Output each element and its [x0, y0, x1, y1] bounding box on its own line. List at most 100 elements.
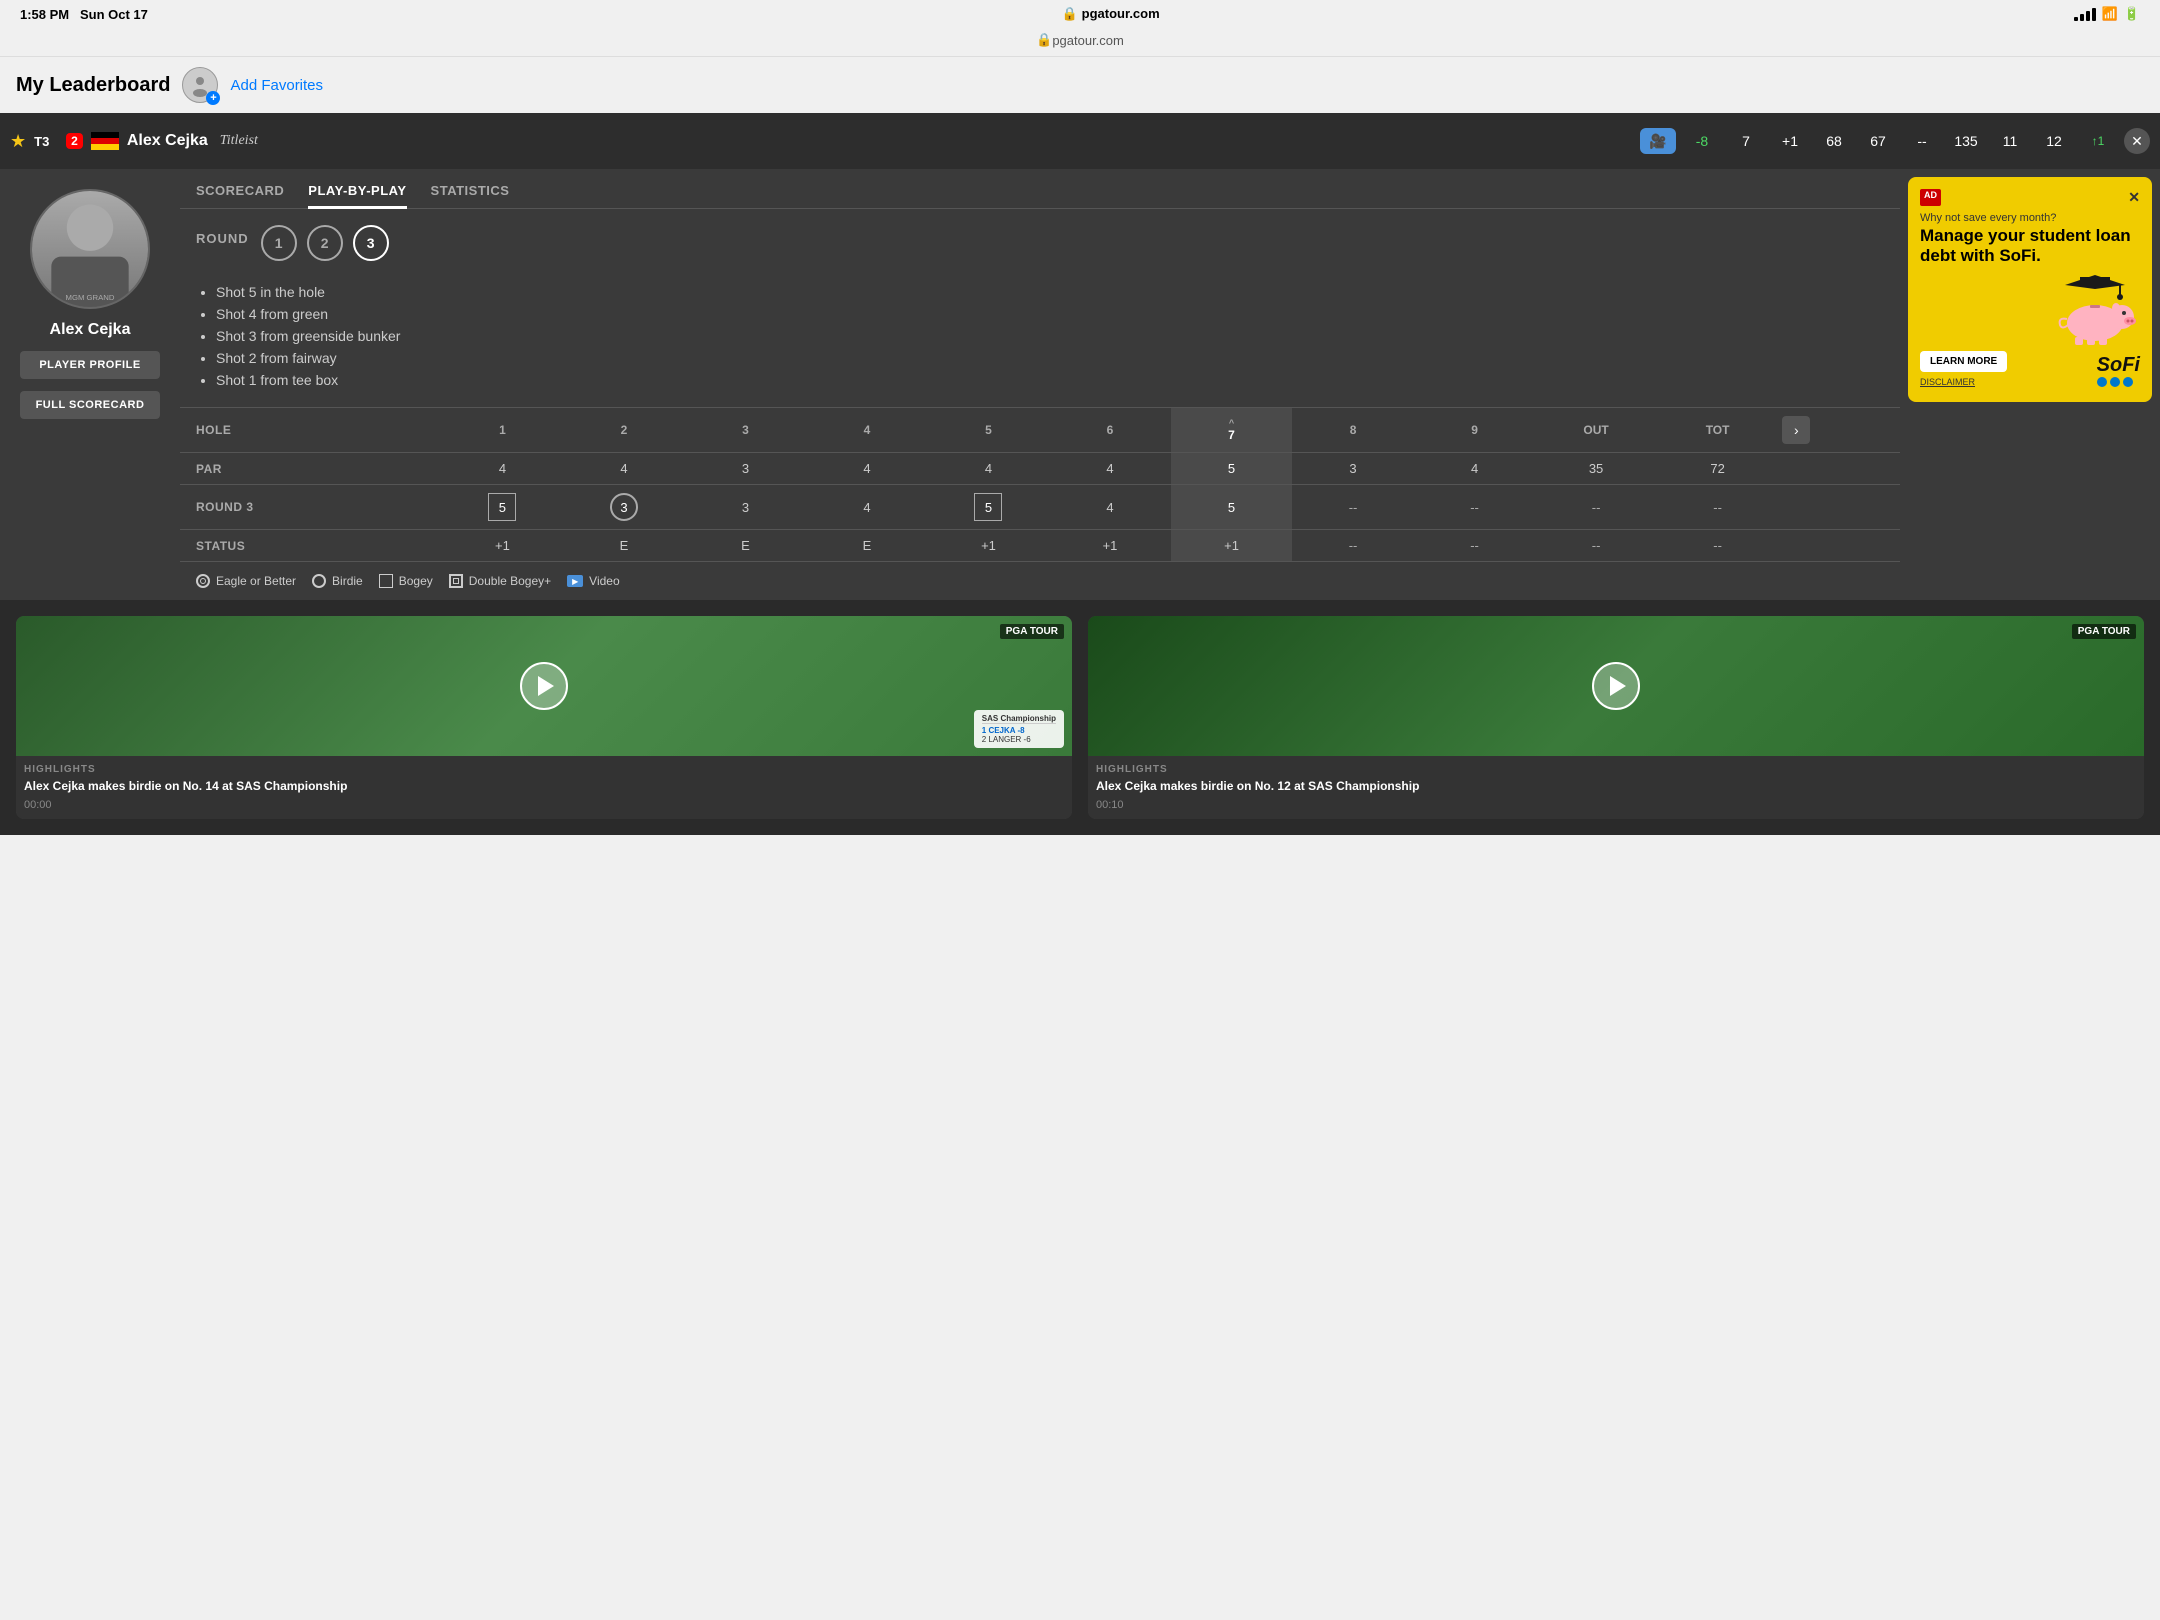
piggy-bank-icon: [2050, 275, 2140, 345]
player-photo: MGM GRAND: [30, 189, 150, 309]
ad-top-row: AD ✕: [1920, 189, 2140, 206]
par-2: 4: [563, 453, 685, 485]
status-bar: 1:58 PM Sun Oct 17 🔒 pgatour.com 📶 🔋: [0, 0, 2160, 28]
hole-1-header: 1: [442, 408, 564, 453]
arrow-header[interactable]: ›: [1778, 408, 1900, 453]
par-5: 4: [928, 453, 1050, 485]
star-icon[interactable]: ★: [10, 131, 26, 152]
sofi-dot-3: [2123, 377, 2133, 387]
par-6: 4: [1049, 453, 1171, 485]
ad-headline: Manage your student loan debt with SoFi.: [1920, 226, 2140, 267]
video-thumb-1: PGA TOUR SAS Championship 1 CEJKA -8 2 L…: [16, 616, 1072, 756]
today-stat: 7: [1728, 133, 1764, 149]
legend-eagle: Eagle or Better: [196, 574, 296, 588]
ad-why-save: Why not save every month?: [1920, 212, 2140, 224]
player-name-left: Alex Cejka: [50, 321, 131, 339]
par-3: 3: [685, 453, 807, 485]
double-bogey-icon: [449, 574, 463, 588]
ad-badge: AD: [1920, 189, 1941, 206]
close-button[interactable]: ✕: [2124, 128, 2150, 154]
bogey-score: 5: [488, 493, 516, 521]
ad-learn-more-button[interactable]: LEARN MORE: [1920, 351, 2007, 372]
video-icon-button[interactable]: 🎥: [1640, 128, 1676, 154]
r3-empty: [1778, 485, 1900, 530]
play-by-play-list: Shot 5 in the hole Shot 4 from green Sho…: [180, 277, 1900, 407]
round3-label: ROUND 3: [180, 485, 442, 530]
play-triangle-icon-1: [538, 676, 554, 696]
lock-icon: 🔒: [1036, 32, 1052, 48]
list-item: Shot 5 in the hole: [216, 281, 1884, 303]
video-thumb-2: PGA TOUR: [1088, 616, 2144, 756]
play-triangle-icon-2: [1610, 676, 1626, 696]
par-1: 4: [442, 453, 564, 485]
status-9: --: [1414, 530, 1536, 562]
hole-2-header: 2: [563, 408, 685, 453]
tab-play-by-play[interactable]: PLAY-BY-PLAY: [308, 169, 406, 208]
round-2-button[interactable]: 2: [307, 225, 343, 261]
legend: Eagle or Better Birdie Bogey Double Boge…: [180, 561, 1900, 600]
svg-text:MGM GRAND: MGM GRAND: [66, 293, 115, 302]
round-1-button[interactable]: 1: [261, 225, 297, 261]
tabs-bar: SCORECARD PLAY-BY-PLAY STATISTICS: [180, 169, 1900, 209]
status-5: +1: [928, 530, 1050, 562]
tab-scorecard[interactable]: SCORECARD: [196, 169, 284, 208]
r3-out: --: [1535, 485, 1657, 530]
ad-bottom-row: LEARN MORE DISCLAIMER SoFi: [1920, 351, 2140, 390]
video-card-2[interactable]: PGA TOUR HIGHLIGHTS Alex Cejka makes bir…: [1088, 616, 2144, 819]
avatar-add-container[interactable]: +: [182, 67, 218, 103]
video-card-1[interactable]: PGA TOUR SAS Championship 1 CEJKA -8 2 L…: [16, 616, 1072, 819]
status-3: E: [685, 530, 807, 562]
right-panel: SCORECARD PLAY-BY-PLAY STATISTICS ROUND …: [180, 169, 1900, 600]
hole-4-header: 4: [806, 408, 928, 453]
r3-tot: --: [1657, 485, 1779, 530]
full-scorecard-button[interactable]: FULL SCORECARD: [20, 391, 160, 419]
list-item: Shot 1 from tee box: [216, 369, 1884, 391]
leaderboard-row: ★ T3 2 Alex Cejka Titleist 🎥 -8 7 +1 68 …: [0, 113, 2160, 169]
scorecard-section: HOLE 1 2 3 4 5 6 ^ 7: [180, 407, 1900, 561]
ad-container: AD ✕ Why not save every month? Manage yo…: [1900, 169, 2160, 600]
video-cards: PGA TOUR SAS Championship 1 CEJKA -8 2 L…: [16, 616, 2144, 819]
status-label: STATUS: [180, 530, 442, 562]
status-2: E: [563, 530, 685, 562]
round-section: ROUND 1 2 3: [180, 209, 1900, 277]
play-button-2[interactable]: [1592, 662, 1640, 710]
par-7: 5: [1171, 453, 1293, 485]
add-favorites-button[interactable]: Add Favorites: [230, 77, 323, 94]
status-7: +1: [1171, 530, 1293, 562]
video-section: PGA TOUR SAS Championship 1 CEJKA -8 2 L…: [0, 600, 2160, 835]
sofi-logo: SoFi: [2097, 354, 2140, 376]
ad-close-button[interactable]: ✕: [2128, 189, 2140, 206]
strokes-badge: 2: [66, 133, 83, 149]
out-header: OUT: [1535, 408, 1657, 453]
hole-9-header: 9: [1414, 408, 1536, 453]
tab-statistics[interactable]: STATISTICS: [431, 169, 510, 208]
page-title: My Leaderboard: [16, 74, 170, 97]
round-3-button[interactable]: 3: [353, 225, 389, 261]
list-item: Shot 2 from fairway: [216, 347, 1884, 369]
ad-disclaimer[interactable]: DISCLAIMER: [1920, 377, 1975, 387]
play-button-1[interactable]: [520, 662, 568, 710]
next-holes-button[interactable]: ›: [1782, 416, 1810, 444]
list-item: Shot 4 from green: [216, 303, 1884, 325]
video-info-2: HIGHLIGHTS Alex Cejka makes birdie on No…: [1088, 756, 2144, 819]
video-legend-icon: ▶: [567, 575, 583, 587]
status-6: +1: [1049, 530, 1171, 562]
holes-stat: 11: [1992, 133, 2028, 149]
status-out: --: [1535, 530, 1657, 562]
hole-header: HOLE: [180, 408, 442, 453]
video-duration-1: 00:00: [24, 799, 1064, 811]
player-profile-button[interactable]: PLAYER PROFILE: [20, 351, 160, 379]
video-info-1: HIGHLIGHTS Alex Cejka makes birdie on No…: [16, 756, 1072, 819]
par-out: 35: [1535, 453, 1657, 485]
nav-bar: 🔒 pgatour.com: [0, 28, 2160, 57]
eagle-label: Eagle or Better: [216, 574, 296, 588]
bogey-icon: [379, 574, 393, 588]
status-empty: [1778, 530, 1900, 562]
status-time: 1:58 PM Sun Oct 17: [20, 7, 148, 22]
signal-icon: [2074, 8, 2096, 21]
video-label: Video: [589, 574, 619, 588]
r3-hole5: 5: [928, 485, 1050, 530]
total-stat: 135: [1948, 133, 1984, 149]
par-label: PAR: [180, 453, 442, 485]
highlights-label-2: HIGHLIGHTS: [1096, 764, 2136, 775]
